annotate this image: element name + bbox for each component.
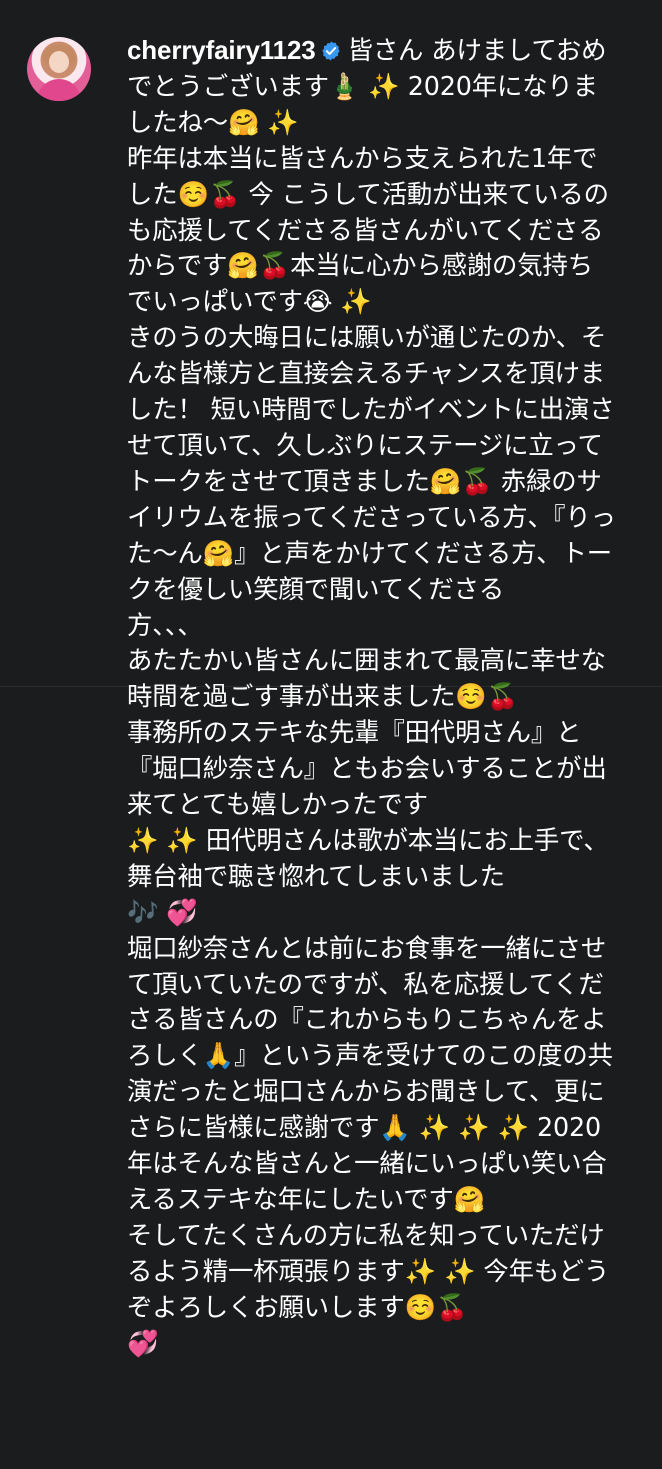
post-caption: cherryfairy1123 皆さん あけましておめでとうございます🎍 ✨ 20…: [127, 33, 617, 1362]
profile-avatar[interactable]: [27, 37, 91, 101]
caption-text-tail: あたたかい皆さんに囲まれて最高に幸せな時間を過ごす事が出来ました☺️🍒 事務所の…: [127, 645, 613, 1358]
caption-text-head: 皆さん あけましておめでとうございます🎍 ✨ 2020年になりましたね〜🤗 ✨ …: [127, 35, 616, 640]
username-link[interactable]: cherryfairy1123: [127, 35, 316, 65]
verified-badge-icon: [321, 41, 340, 61]
avatar-shirt: [37, 79, 81, 101]
avatar-face: [49, 51, 69, 73]
